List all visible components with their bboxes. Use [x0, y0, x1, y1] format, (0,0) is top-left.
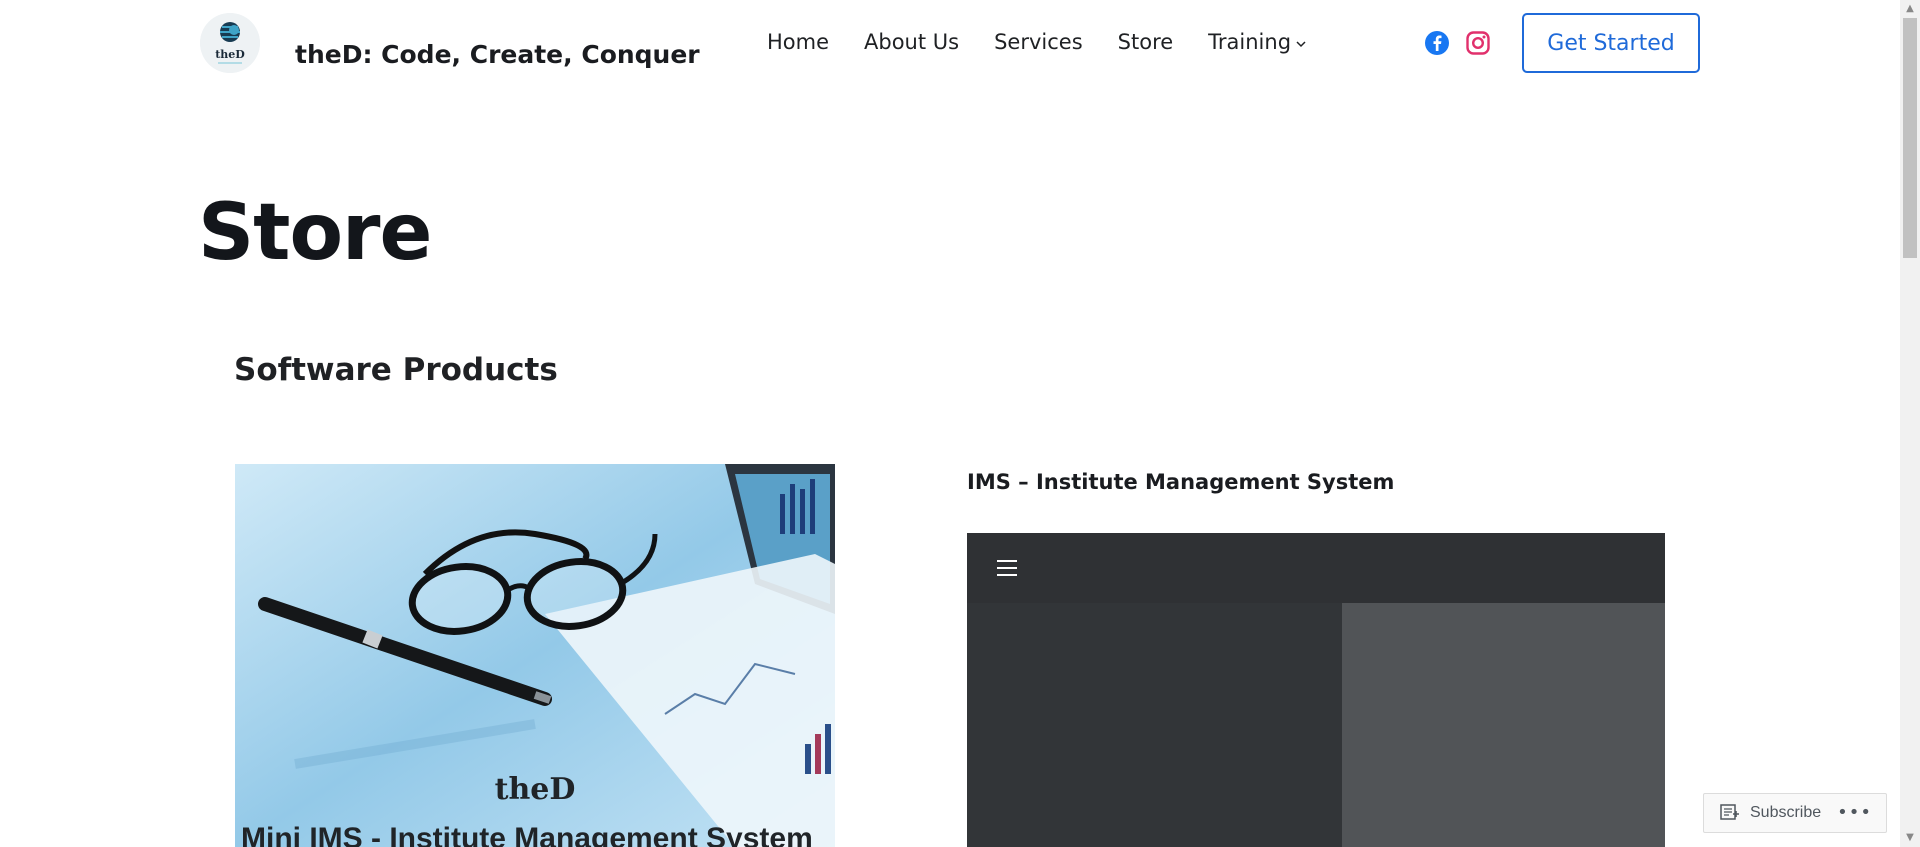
scroll-down-arrow-icon[interactable]: ▼ [1900, 829, 1920, 847]
site-logo[interactable]: theD [200, 13, 260, 73]
site-title[interactable]: theD: Code, Create, Conquer [295, 40, 700, 69]
chevron-down-icon[interactable] [1295, 31, 1307, 55]
product-image-caption: Mini IMS - Institute Management System [241, 822, 813, 847]
site-header: theD theD: Code, Create, Conquer Home Ab… [0, 0, 1900, 90]
section-heading: Software Products [234, 352, 558, 388]
more-options-icon[interactable]: ••• [1837, 804, 1872, 822]
logo-emblem: theD [200, 13, 260, 73]
subscribe-widget: Subscribe ••• [1703, 793, 1887, 833]
scroll-thumb[interactable] [1903, 18, 1917, 258]
nav-item-home[interactable]: Home [767, 30, 829, 55]
product-title-ims[interactable]: IMS – Institute Management System [967, 470, 1394, 494]
demo-topbar [967, 533, 1665, 603]
facebook-icon[interactable] [1424, 30, 1450, 56]
scroll-up-arrow-icon[interactable]: ▲ [1900, 0, 1920, 18]
product-image-mini-ims[interactable]: theD Mini IMS - Institute Management Sys… [235, 464, 835, 847]
hamburger-menu-icon[interactable] [997, 560, 1017, 576]
subscribe-label: Subscribe [1750, 804, 1822, 821]
instagram-icon[interactable] [1465, 30, 1491, 56]
nav-item-services[interactable]: Services [994, 30, 1083, 55]
social-links [1424, 30, 1491, 56]
nav-item-training[interactable]: Training [1208, 30, 1307, 55]
page-title: Store [198, 188, 432, 278]
page: theD theD: Code, Create, Conquer Home Ab… [0, 0, 1920, 847]
main-nav: Home About Us Services Store Training [767, 30, 1307, 55]
logo-text: theD [215, 48, 245, 61]
demo-right-panel [1342, 603, 1665, 847]
product-image-brand: theD [494, 772, 576, 807]
demo-left-panel [967, 603, 1342, 847]
ims-demo-preview[interactable] [967, 533, 1665, 847]
nav-item-training-label: Training [1208, 30, 1292, 54]
nav-item-store[interactable]: Store [1118, 30, 1174, 55]
nav-item-about-us[interactable]: About Us [864, 30, 959, 55]
subscribe-button[interactable]: Subscribe [1704, 804, 1821, 822]
reader-icon [1720, 804, 1739, 820]
get-started-button[interactable]: Get Started [1522, 13, 1700, 73]
page-scrollbar[interactable]: ▲ ▼ [1900, 0, 1920, 847]
